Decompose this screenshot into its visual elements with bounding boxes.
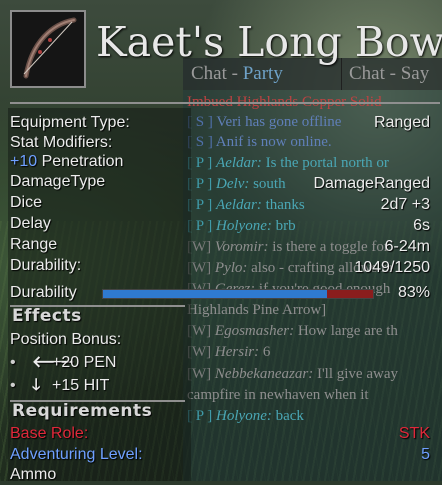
equipment-type-label: Equipment Type: [10, 114, 130, 131]
durability-percent: 83% [397, 284, 430, 301]
stat-modifiers-label: Stat Modifiers: [10, 134, 113, 151]
durability-label: Durability: [10, 257, 82, 274]
base-role-value: STK [398, 425, 430, 442]
dice-label: Dice [10, 194, 43, 211]
damage-type-label: DamageType [10, 173, 106, 190]
damage-type-value: DamageRanged [313, 175, 430, 192]
durability-bar-fill [103, 290, 328, 298]
range-label: Range [10, 236, 58, 253]
effects-heading: Effects [12, 306, 82, 326]
modifier-stat: Penetration [37, 153, 124, 170]
item-icon-frame [10, 10, 86, 88]
item-title: Kaet's Long Bow [96, 18, 442, 66]
bullet: • [10, 377, 16, 394]
bonus-row-pen: • 🡐+20 PEN [10, 353, 116, 373]
penetration-modifier: +10 Penetration [10, 152, 123, 172]
ammo-label: Ammo [10, 466, 57, 483]
equipment-type-value: Ranged [373, 114, 430, 131]
durability-bar [102, 289, 374, 299]
arrow-left-icon: 🡐 [32, 354, 75, 371]
item-tooltip: Kaet's Long Bow Equipment Type: Ranged S… [0, 0, 442, 483]
bonus-row-hit: • 🡓 +15 HIT [10, 376, 109, 396]
range-value: 6-24m [384, 238, 430, 255]
durability-bar-remaining [327, 290, 373, 298]
requirements-heading: Requirements [12, 401, 153, 421]
arrow-down-icon: 🡓 [32, 377, 41, 394]
dice-value: 2d7 +3 [380, 196, 430, 213]
durability-value: 1049/1250 [354, 259, 430, 276]
durability-bar-label: Durability [10, 284, 77, 301]
bullet: • [10, 354, 16, 371]
bonus-text: +15 HIT [52, 377, 110, 394]
modifier-amount: +10 [10, 153, 38, 170]
delay-value: 6s [413, 217, 430, 234]
base-role-label: Base Role: [10, 425, 89, 442]
position-bonus-label: Position Bonus: [10, 331, 122, 348]
bow-icon [23, 17, 77, 79]
delay-label: Delay [10, 215, 51, 232]
title-divider [10, 102, 440, 104]
adventuring-level-label: Adventuring Level: [10, 446, 143, 463]
adventuring-level-value: 5 [421, 446, 430, 463]
bonus-text: +20 PEN [52, 354, 117, 371]
